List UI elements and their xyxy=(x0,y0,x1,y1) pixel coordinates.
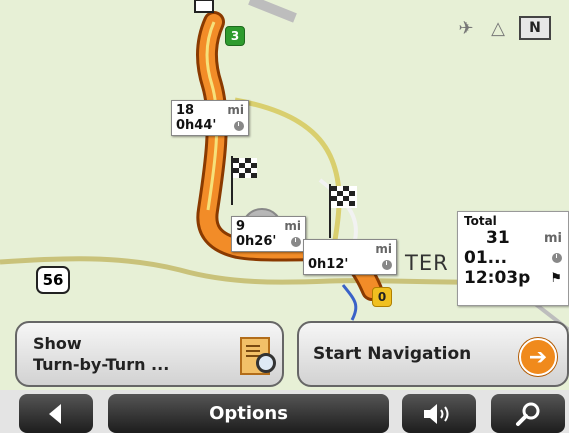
route-segment-box: 18 mi 0h44' xyxy=(171,100,249,136)
options-button[interactable]: Options xyxy=(108,394,389,433)
total-time: 01... xyxy=(464,248,508,268)
compass-button[interactable]: N xyxy=(519,16,551,40)
segment-unit: mi xyxy=(227,103,244,117)
navigation-screen: ✈ △ N 18 mi 0h44' 9 mi 0h26' mi 0h12' 3 0 … xyxy=(0,0,569,433)
road-shield: 56 xyxy=(36,266,70,294)
volume-button[interactable] xyxy=(402,394,476,433)
status-bar: ✈ △ N xyxy=(455,16,551,40)
arrival-time: 12:03p xyxy=(464,268,531,288)
segment-distance: 9 xyxy=(236,219,246,234)
gps-satellite-icon: ✈ xyxy=(458,17,474,39)
segment-distance: 18 xyxy=(176,103,195,118)
antenna-icon: △ xyxy=(491,17,505,39)
show-label-line1: Show xyxy=(33,334,82,353)
arrival-flag-icon: ⚑ xyxy=(550,270,562,286)
show-turn-by-turn-button[interactable]: Show Turn-by-Turn ... xyxy=(15,321,284,387)
total-unit: mi xyxy=(543,230,562,246)
total-label: Total xyxy=(464,214,497,228)
back-button[interactable] xyxy=(19,394,93,433)
speaker-icon xyxy=(424,403,449,424)
clock-icon xyxy=(234,120,244,131)
show-label-line2: Turn-by-Turn ... xyxy=(33,355,170,374)
route-segment-box: 9 mi 0h26' xyxy=(231,216,306,252)
total-distance: 31 xyxy=(486,228,510,248)
left-arrow-icon xyxy=(49,403,61,424)
clock-icon xyxy=(552,253,562,263)
route-number-badge: 0 xyxy=(372,287,392,307)
arrow-right-icon: ➔ xyxy=(519,338,557,376)
segment-unit: mi xyxy=(284,219,301,233)
magnifier-icon xyxy=(256,353,276,373)
city-label: TER xyxy=(405,251,449,275)
start-navigation-button[interactable]: Start Navigation ➔ xyxy=(297,321,569,387)
segment-unit: mi xyxy=(375,242,392,256)
total-summary: Total 31 mi 01... 12:03p ⚑ xyxy=(457,211,569,306)
segment-time: 0h12' xyxy=(308,257,349,272)
segment-time: 0h44' xyxy=(176,118,217,133)
segment-time: 0h26' xyxy=(236,234,277,249)
clock-icon xyxy=(291,236,301,247)
route-number-badge: 3 xyxy=(225,26,245,46)
start-navigation-label: Start Navigation xyxy=(313,344,472,364)
route-segment-box: mi 0h12' xyxy=(303,239,397,275)
clock-icon xyxy=(382,259,392,270)
search-button[interactable] xyxy=(491,394,565,433)
magnifier-icon xyxy=(516,402,540,426)
options-label: Options xyxy=(209,403,288,424)
